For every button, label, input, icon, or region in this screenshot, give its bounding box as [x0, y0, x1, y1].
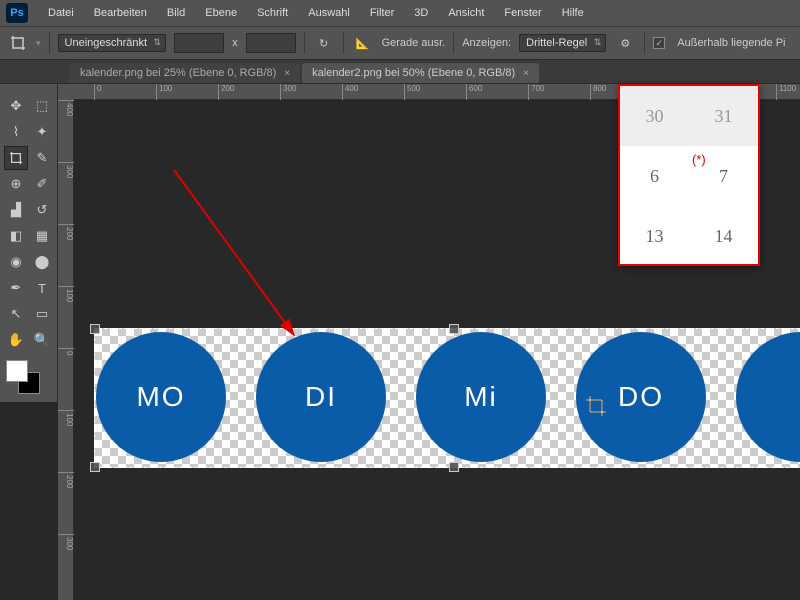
history-brush-tool[interactable]: ↺ — [30, 198, 54, 222]
toolbox: ✥ ⬚ ⌇ ✦ ✎ ⊕ ✐ ▟ ↺ ◧ ▦ ◉ ⬤ ✒ T ↖ ▭ ✋ 🔍 — [0, 84, 58, 402]
vertical-ruler[interactable]: 400 300 200 100 0 100 200 300 — [58, 100, 74, 600]
crop-preset-dropdown[interactable]: Uneingeschränkt — [58, 34, 167, 52]
menu-layer[interactable]: Ebene — [197, 4, 245, 22]
heal-tool[interactable]: ⊕ — [4, 172, 28, 196]
calendar-row: 6 7 — [620, 146, 758, 206]
color-swatches[interactable] — [4, 358, 44, 398]
ruler-tick: 0 — [94, 84, 101, 100]
calendar-cell: 30 — [620, 86, 689, 146]
ruler-tick: 1100 — [776, 84, 796, 100]
ruler-tick: 400 — [58, 100, 74, 116]
ruler-tick: 100 — [58, 286, 74, 302]
brush-tool[interactable]: ✐ — [30, 172, 54, 196]
ruler-tick: 300 — [58, 534, 74, 550]
crop-cursor-icon — [586, 396, 606, 416]
menu-file[interactable]: Datei — [40, 4, 82, 22]
x-separator: x — [232, 37, 238, 49]
menu-image[interactable]: Bild — [159, 4, 193, 22]
options-bar: ▾ Uneingeschränkt x ↻ 📐 Gerade ausr. Anz… — [0, 26, 800, 60]
ruler-tick: 200 — [218, 84, 234, 100]
eyedropper-tool[interactable]: ✎ — [30, 146, 54, 170]
menu-3d[interactable]: 3D — [406, 4, 436, 22]
tab-label: kalender2.png bei 50% (Ebene 0, RGB/8) — [312, 67, 515, 79]
menu-select[interactable]: Auswahl — [300, 4, 358, 22]
lasso-tool[interactable]: ⌇ — [4, 120, 28, 144]
tab-kalender[interactable]: kalender.png bei 25% (Ebene 0, RGB/8) × — [70, 63, 300, 83]
calendar-popup: 30 31 6 7 13 14 (*) — [618, 84, 760, 266]
crop-handle-tl[interactable] — [90, 324, 100, 334]
menu-view[interactable]: Ansicht — [440, 4, 492, 22]
crop-height-input[interactable] — [246, 33, 296, 53]
path-tool[interactable]: ↖ — [4, 302, 28, 326]
delete-cropped-checkbox[interactable]: ✓ — [653, 37, 665, 49]
gear-icon[interactable]: ⚙ — [614, 32, 636, 54]
ruler-tick: 400 — [342, 84, 358, 100]
rotate-icon[interactable]: ↻ — [313, 32, 335, 54]
ruler-tick: 100 — [156, 84, 172, 100]
crop-handle-bm[interactable] — [449, 462, 459, 472]
calendar-star: (*) — [692, 152, 706, 167]
stamp-tool[interactable]: ▟ — [4, 198, 28, 222]
calendar-cell: 31 — [689, 86, 758, 146]
close-icon[interactable]: × — [523, 68, 529, 79]
show-label: Anzeigen: — [462, 37, 511, 49]
ruler-tick: 800 — [590, 84, 606, 100]
straighten-icon[interactable]: 📐 — [352, 32, 374, 54]
eraser-tool[interactable]: ◧ — [4, 224, 28, 248]
menu-window[interactable]: Fenster — [496, 4, 549, 22]
crop-marquee[interactable] — [94, 328, 800, 468]
ruler-tick: 300 — [58, 162, 74, 178]
ruler-tick: 200 — [58, 472, 74, 488]
close-icon[interactable]: × — [284, 68, 290, 79]
crop-tool[interactable] — [4, 146, 28, 170]
zoom-tool[interactable]: 🔍 — [30, 328, 54, 352]
calendar-cell: 6 — [620, 146, 689, 206]
hand-tool[interactable]: ✋ — [4, 328, 28, 352]
document-tabs: kalender.png bei 25% (Ebene 0, RGB/8) × … — [0, 60, 800, 84]
type-tool[interactable]: T — [30, 276, 54, 300]
menu-type[interactable]: Schrift — [249, 4, 296, 22]
ruler-tick: 200 — [58, 224, 74, 240]
calendar-cell: 14 — [689, 206, 758, 266]
crop-tool-icon[interactable] — [8, 33, 28, 53]
ruler-tick: 0 — [58, 348, 74, 355]
menu-edit[interactable]: Bearbeiten — [86, 4, 155, 22]
marquee-tool[interactable]: ⬚ — [30, 94, 54, 118]
ruler-corner — [58, 84, 74, 100]
app-logo: Ps — [6, 3, 28, 23]
ruler-tick: 600 — [466, 84, 482, 100]
calendar-cell: 13 — [620, 206, 689, 266]
calendar-row: 30 31 — [620, 86, 758, 146]
dodge-tool[interactable]: ⬤ — [30, 250, 54, 274]
fg-color-swatch[interactable] — [6, 360, 28, 382]
crop-handle-tm[interactable] — [449, 324, 459, 334]
crop-width-input[interactable] — [174, 33, 224, 53]
calendar-row: 13 14 — [620, 206, 758, 266]
menu-filter[interactable]: Filter — [362, 4, 402, 22]
menu-help[interactable]: Hilfe — [554, 4, 592, 22]
delete-cropped-label: Außerhalb liegende Pi — [677, 37, 785, 49]
gradient-tool[interactable]: ▦ — [30, 224, 54, 248]
tab-kalender2[interactable]: kalender2.png bei 50% (Ebene 0, RGB/8) × — [302, 63, 539, 83]
ruler-tick: 300 — [280, 84, 296, 100]
crop-handle-bl[interactable] — [90, 462, 100, 472]
overlay-dropdown[interactable]: Drittel-Regel — [519, 34, 606, 52]
move-tool[interactable]: ✥ — [4, 94, 28, 118]
ruler-tick: 500 — [404, 84, 420, 100]
ruler-tick: 700 — [528, 84, 544, 100]
pen-tool[interactable]: ✒ — [4, 276, 28, 300]
wand-tool[interactable]: ✦ — [30, 120, 54, 144]
menu-bar: Ps Datei Bearbeiten Bild Ebene Schrift A… — [0, 0, 800, 26]
blur-tool[interactable]: ◉ — [4, 250, 28, 274]
shape-tool[interactable]: ▭ — [30, 302, 54, 326]
straighten-label: Gerade ausr. — [382, 37, 446, 49]
ruler-tick: 100 — [58, 410, 74, 426]
tab-label: kalender.png bei 25% (Ebene 0, RGB/8) — [80, 67, 276, 79]
